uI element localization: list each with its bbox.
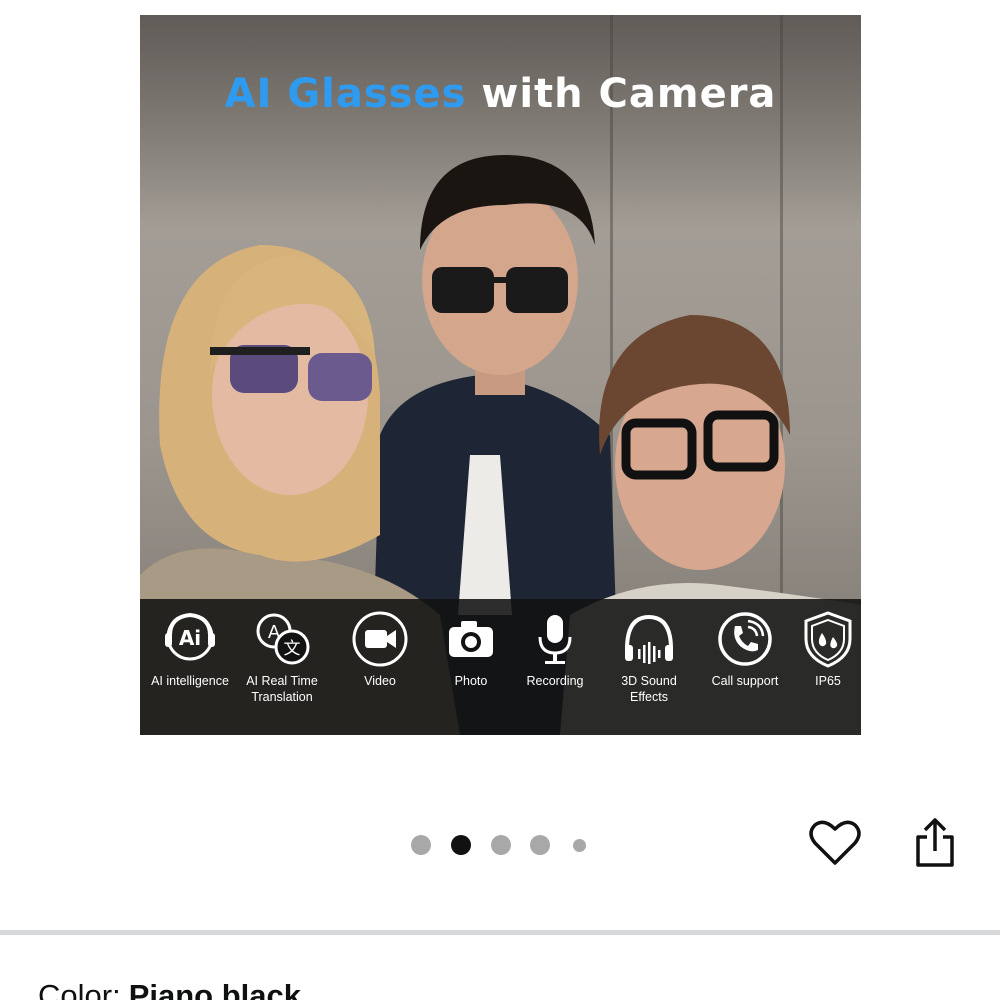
feature-label: Video (364, 674, 396, 688)
pager-dot[interactable] (530, 835, 550, 855)
feature-translation: A 文 AI Real Time Translation (234, 609, 330, 705)
feature-ai-intelligence: Ai AI intelligence (142, 609, 238, 689)
feature-label: Call support (711, 674, 779, 688)
heart-icon (809, 820, 861, 865)
svg-text:文: 文 (284, 639, 301, 659)
section-divider (0, 930, 1000, 935)
feature-label: 3D Sound Effects (621, 674, 677, 704)
photo-camera-icon (449, 621, 493, 657)
waterproof-shield-icon (804, 611, 852, 668)
translation-icon: A 文 (256, 613, 310, 665)
feature-call-support: Call support (697, 609, 793, 689)
share-icon (916, 818, 954, 867)
video-camera-icon (352, 611, 408, 667)
feature-label: Photo (454, 674, 488, 688)
feature-label: AI Real Time Translation (246, 674, 318, 704)
favorite-button[interactable] (807, 815, 863, 871)
feature-label: Recording (526, 674, 584, 688)
share-button[interactable] (907, 815, 963, 871)
color-label: Color: (38, 978, 121, 1000)
feature-3d-sound: 3D Sound Effects (601, 609, 697, 705)
color-value: Piano black (128, 978, 301, 1000)
microphone-icon (538, 615, 572, 664)
feature-video: Video (332, 609, 428, 689)
feature-ip65: IP65 (780, 609, 861, 689)
ai-chip-icon: Ai (165, 612, 215, 661)
phone-call-icon (718, 612, 772, 666)
product-page: AI Glasses with Camera Ai AI intelligenc… (0, 0, 1000, 1000)
feature-photo: Photo (423, 609, 519, 689)
feature-bar: Ai AI intelligence A 文 AI Real Time Tran… (140, 599, 861, 735)
feature-label: IP65 (815, 674, 841, 688)
product-image[interactable]: AI Glasses with Camera Ai AI intelligenc… (140, 15, 861, 735)
headphones-icon (625, 614, 673, 664)
color-selector-label: Color: Piano black (38, 978, 301, 1000)
feature-label: AI intelligence (151, 674, 229, 688)
pager-dot[interactable] (411, 835, 431, 855)
pager-dot[interactable] (491, 835, 511, 855)
feature-recording: Recording (507, 609, 603, 689)
svg-text:Ai: Ai (179, 626, 201, 650)
pager-dot-active[interactable] (451, 835, 471, 855)
pager-dot-small[interactable] (573, 839, 586, 852)
